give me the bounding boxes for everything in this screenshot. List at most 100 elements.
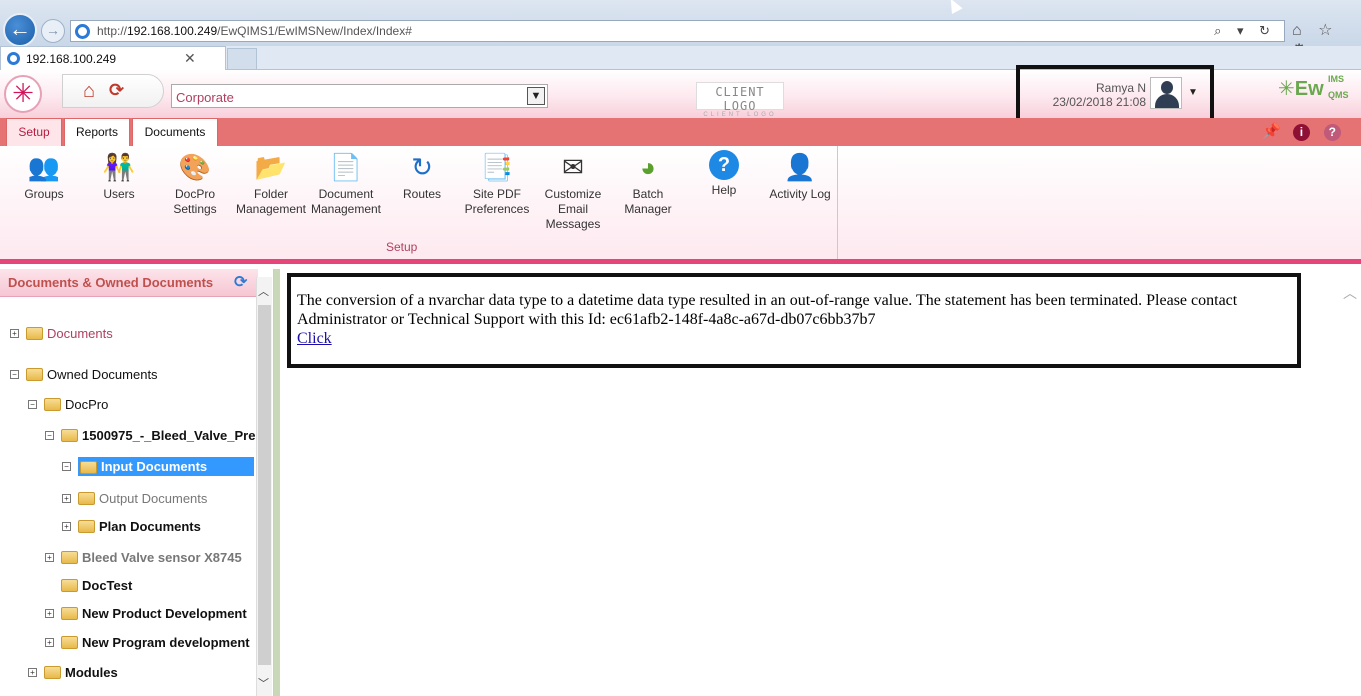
- chevron-down-icon[interactable]: ▼: [527, 87, 545, 105]
- batch-manager-button[interactable]: ◕ Batch Manager: [618, 150, 678, 217]
- folder-icon: [78, 492, 95, 506]
- ribbon-right-icons: 📌 i ?: [1262, 123, 1351, 141]
- help-icon[interactable]: ?: [1323, 124, 1341, 141]
- groups-icon: 👥: [27, 152, 61, 182]
- company-select[interactable]: Corporate ▼: [171, 84, 548, 108]
- tree-node-documents[interactable]: + Documents: [10, 325, 113, 345]
- folder-icon: [61, 607, 78, 621]
- docpro-settings-icon: 🎨: [178, 152, 212, 182]
- site-pdf-preferences-button[interactable]: 📑 Site PDF Preferences: [462, 150, 532, 217]
- chevron-up-icon[interactable]: ︿: [258, 283, 269, 299]
- app-logo[interactable]: ✳: [4, 75, 42, 113]
- collapse-icon[interactable]: −: [10, 370, 19, 380]
- tree-node-new-program-development[interactable]: + New Program development: [45, 634, 250, 654]
- caret-down-icon[interactable]: ▼: [1188, 87, 1198, 98]
- tab-ie-icon: [7, 52, 20, 65]
- folder-icon: [44, 666, 61, 680]
- url-text: http://192.168.100.249/EwQIMS1/EwIMSNew/…: [97, 24, 412, 38]
- folder-icon: [80, 461, 97, 475]
- panel-splitter[interactable]: [274, 269, 280, 696]
- user-name: Ramya N: [1095, 81, 1146, 95]
- expand-icon[interactable]: +: [62, 522, 71, 532]
- chevron-down-icon[interactable]: ﹀: [258, 675, 269, 691]
- tree-scrollbar[interactable]: ︿ ﹀: [256, 277, 272, 696]
- tab-setup[interactable]: Setup: [6, 118, 62, 146]
- folder-icon: [26, 327, 43, 341]
- chevron-up-icon[interactable]: ︿: [1343, 283, 1357, 303]
- documents-tree-panel: Documents & Owned Documents ⟳ + Documents…: [0, 269, 274, 696]
- tree-node-input-documents[interactable]: − Input Documents: [62, 457, 254, 477]
- tree-panel-title: Documents & Owned Documents: [8, 275, 214, 290]
- tree-node-owned-documents[interactable]: − Owned Documents: [10, 366, 158, 386]
- ie-icon: [75, 24, 90, 39]
- client-logo: CLIENT LOGO CLIENT LOGO: [696, 82, 784, 118]
- expand-icon[interactable]: +: [62, 494, 71, 504]
- brand-logo-sub: QMS: [1328, 90, 1349, 100]
- scrollbar-thumb[interactable]: [258, 305, 271, 665]
- folder-icon: [26, 368, 43, 382]
- refresh-icon[interactable]: ⟳: [234, 272, 247, 292]
- folder-icon: [61, 636, 78, 650]
- tree-panel-header: Documents & Owned Documents ⟳: [0, 269, 258, 297]
- customize-email-messages-button[interactable]: ✉ Customize Email Messages: [540, 150, 606, 232]
- routes-button[interactable]: ↻ Routes: [396, 150, 448, 202]
- ribbon-group-setup: 👥 Groups 👫 Users 🎨 DocPro Settings 📂 Fol…: [6, 146, 838, 259]
- tree-node-docpro[interactable]: − DocPro: [28, 396, 108, 416]
- new-tab-button[interactable]: [227, 48, 257, 70]
- ribbon-tab-bar: Setup Reports Documents 📌 i ?: [0, 118, 1361, 146]
- tree-node-bleed-valve-pres[interactable]: −1500975_-_Bleed_Valve_Pres: [45, 427, 255, 447]
- users-icon: 👫: [102, 152, 136, 182]
- groups-button[interactable]: 👥 Groups: [16, 150, 72, 202]
- tab-reports[interactable]: Reports: [64, 118, 130, 146]
- home-icon[interactable]: ⌂: [83, 80, 95, 103]
- collapse-icon[interactable]: −: [28, 400, 37, 410]
- activity-log-icon: 👤: [783, 152, 817, 182]
- forward-button[interactable]: →: [41, 19, 65, 43]
- folder-management-icon: 📂: [254, 152, 288, 182]
- folder-management-button[interactable]: 📂 Folder Management: [234, 150, 308, 217]
- error-click-link[interactable]: Click: [297, 329, 1291, 348]
- ribbon-body: 👥 Groups 👫 Users 🎨 DocPro Settings 📂 Fol…: [0, 146, 1361, 264]
- batch-icon: ◕: [640, 152, 656, 182]
- address-bar[interactable]: http://192.168.100.249/EwQIMS1/EwIMSNew/…: [70, 20, 1285, 42]
- brand-logo-sup: IMS: [1328, 74, 1345, 84]
- expand-icon[interactable]: +: [10, 329, 19, 339]
- docpro-settings-button[interactable]: 🎨 DocPro Settings: [166, 150, 224, 217]
- nav-pill: ⌂ ⟳: [62, 74, 164, 108]
- help-button[interactable]: ? Help: [698, 150, 750, 198]
- refresh-icon[interactable]: ⟳: [109, 80, 124, 101]
- pin-icon[interactable]: 📌: [1262, 123, 1281, 140]
- tree-node-output-documents[interactable]: + Output Documents: [62, 490, 207, 510]
- ribbon-group-label: Setup: [386, 240, 418, 254]
- tree-node-doctest[interactable]: DocTest: [45, 577, 132, 597]
- expand-icon[interactable]: +: [45, 638, 54, 648]
- email-icon: ✉: [562, 152, 584, 182]
- document-management-icon: 📄: [329, 152, 363, 182]
- activity-log-button[interactable]: 👤 Activity Log: [762, 150, 838, 202]
- search-refresh-icons[interactable]: ⌕ ▾ ↻: [1214, 23, 1276, 39]
- error-message: The conversion of a nvarchar data type t…: [297, 292, 1238, 328]
- tab-close-icon[interactable]: ✕: [184, 50, 196, 67]
- back-button[interactable]: ←: [3, 13, 37, 47]
- tab-documents[interactable]: Documents: [132, 118, 218, 146]
- expand-icon[interactable]: +: [28, 668, 37, 678]
- info-icon[interactable]: i: [1292, 124, 1310, 141]
- users-button[interactable]: 👫 Users: [92, 150, 146, 202]
- user-menu[interactable]: Ramya N 23/02/2018 21:08 ▼: [1016, 65, 1214, 125]
- avatar[interactable]: [1150, 77, 1182, 109]
- folder-icon: [61, 429, 78, 443]
- expand-icon[interactable]: +: [45, 553, 54, 563]
- collapse-icon[interactable]: −: [62, 462, 71, 472]
- tree-node-modules[interactable]: + Modules: [28, 664, 118, 684]
- error-message-box: The conversion of a nvarchar data type t…: [287, 273, 1301, 368]
- tree-node-bleed-valve-sensor[interactable]: + Bleed Valve sensor X8745: [45, 549, 242, 569]
- collapse-icon[interactable]: −: [45, 431, 54, 441]
- brand-logo: ✳Ew: [1278, 78, 1324, 100]
- main-content: The conversion of a nvarchar data type t…: [281, 269, 1361, 696]
- tree-node-new-product-development[interactable]: + New Product Development: [45, 605, 247, 625]
- mouse-cursor-icon: [945, 0, 963, 14]
- expand-icon[interactable]: +: [45, 609, 54, 619]
- tree-node-plan-documents[interactable]: + Plan Documents: [62, 518, 201, 538]
- browser-tab[interactable]: 192.168.100.249 ✕: [0, 46, 226, 70]
- document-management-button[interactable]: 📄 Document Management: [309, 150, 383, 217]
